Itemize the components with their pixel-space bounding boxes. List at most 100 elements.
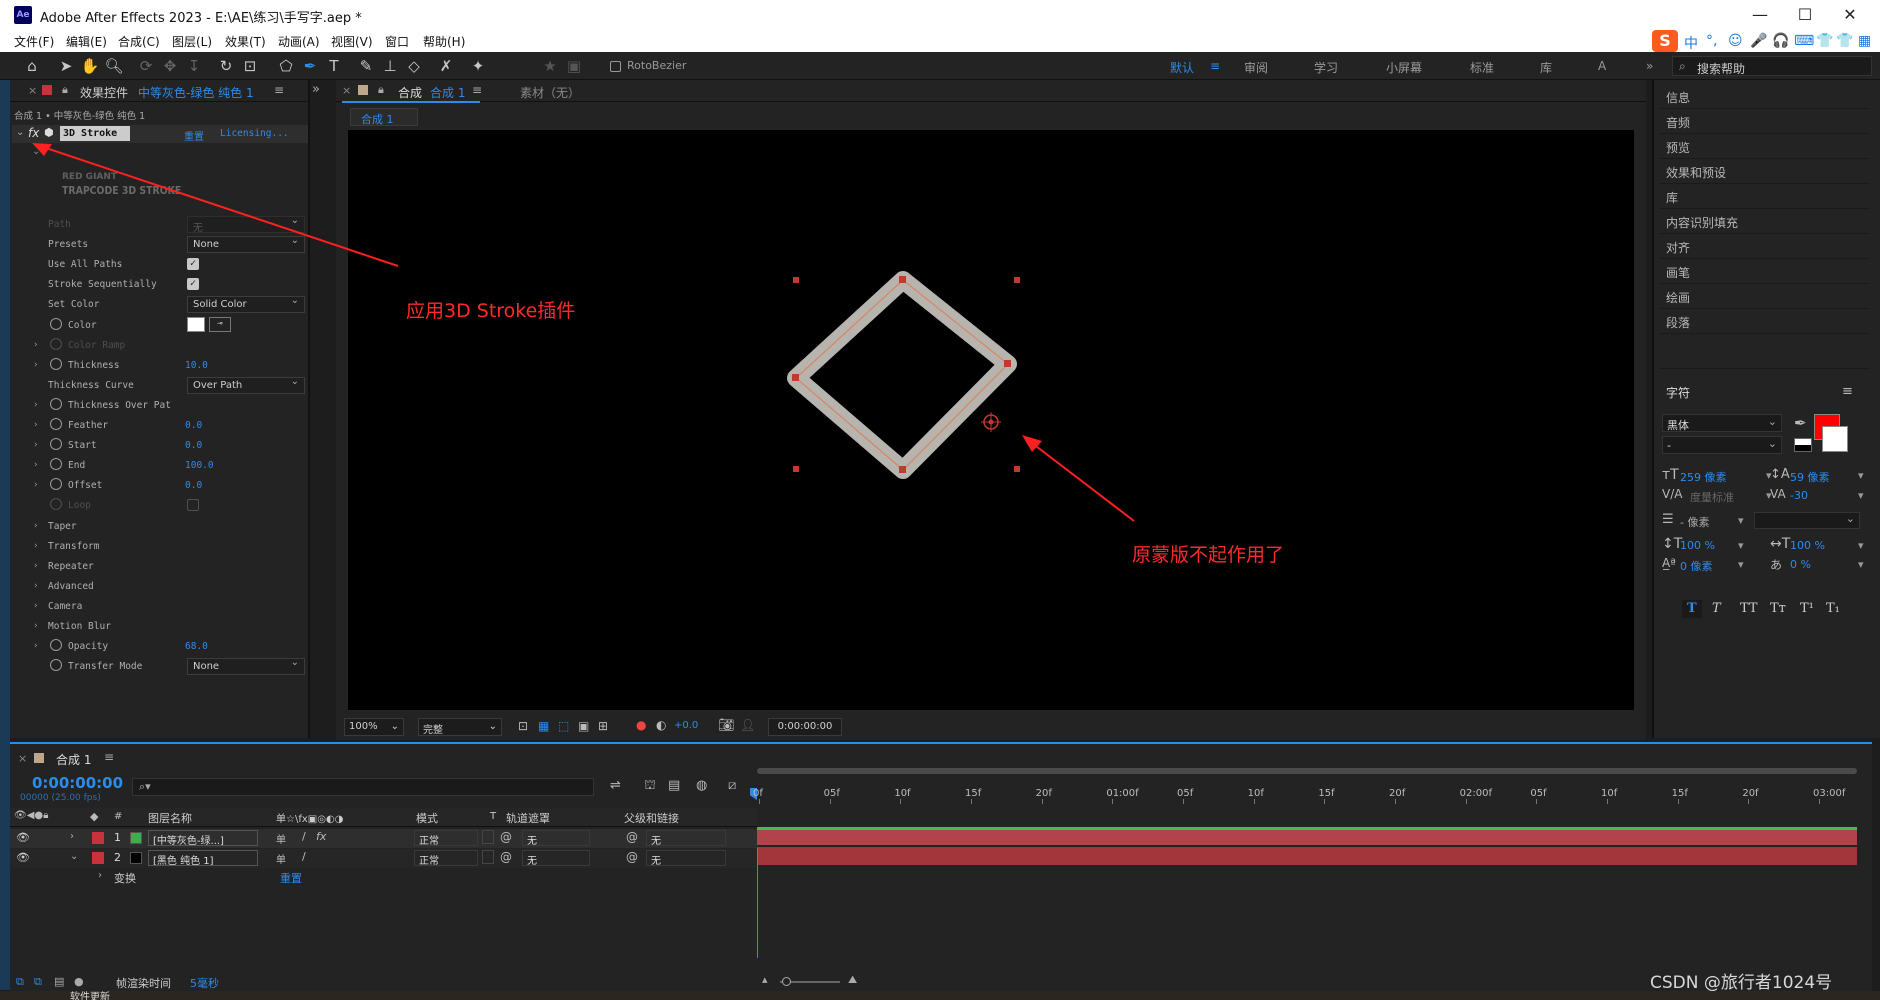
grid-menu-icon[interactable]: ▦ (1858, 33, 1871, 49)
effect-prop-thickness-curve[interactable]: Thickness Curve Over Path (10, 376, 310, 396)
mode-dropdown[interactable]: 正常 (414, 830, 478, 847)
workspace-review[interactable]: 审阅 (1244, 59, 1268, 76)
help-search-input[interactable]: ⌕ 搜索帮助 (1672, 56, 1872, 76)
workspace-small-screen[interactable]: 小屏幕 (1386, 59, 1422, 76)
exposure-icon[interactable]: ◐ (656, 718, 666, 732)
minimize-button[interactable]: — (1740, 3, 1780, 27)
ime-lang-label[interactable]: 中 (1684, 33, 1698, 53)
effect-prop-color[interactable]: Color ⊸ (10, 316, 310, 336)
zoom-dropdown[interactable]: 100% ⌄ (344, 718, 404, 736)
effect-name-label[interactable]: 3D Stroke (60, 126, 130, 141)
dolly-tool-icon[interactable]: ↧ (184, 56, 204, 76)
playhead-line[interactable] (757, 848, 758, 958)
panel-item-9[interactable]: 段落 (1666, 314, 1690, 331)
parent-pickwhip-icon[interactable]: @ (626, 830, 638, 844)
matte-pickwhip-icon[interactable]: @ (500, 850, 512, 864)
path-vertex-left[interactable] (792, 374, 799, 381)
in-out-icon[interactable]: ▤ (54, 975, 64, 988)
frame-blending-icon[interactable]: ▤ (668, 778, 680, 793)
expand-arrow-icon[interactable]: › (33, 340, 38, 350)
horizontal-scale-value[interactable]: 100 % (1790, 539, 1825, 552)
layer-name[interactable]: [中等灰色-绿...] (148, 830, 258, 846)
tracking-value[interactable]: -30 (1790, 489, 1808, 502)
star-icon[interactable]: ★ (540, 56, 560, 76)
eye-icon[interactable]: 👁 (16, 851, 30, 864)
stopwatch-icon[interactable] (50, 659, 62, 672)
subscript-button[interactable]: T₁ (1826, 601, 1840, 616)
track-matte-dropdown[interactable]: 无 (522, 830, 590, 847)
effect-prop-checkbox[interactable]: ✓ (187, 278, 199, 291)
stopwatch-icon[interactable] (50, 498, 62, 511)
show-snapshot-icon[interactable]: 👤︎ (740, 718, 755, 732)
anchor-point-icon[interactable] (981, 412, 1001, 432)
exposure-value[interactable]: +0.0 (674, 720, 698, 731)
effect-prop-checkbox[interactable]: ✓ (187, 258, 199, 271)
layer-search-input[interactable]: ⌕▾ (132, 778, 594, 796)
zoom-out-icon[interactable]: ▴ (762, 973, 768, 986)
emoji-icon[interactable]: ☺ (1728, 33, 1743, 49)
keyboard-icon[interactable]: ⌨ (1794, 33, 1814, 49)
stopwatch-icon[interactable] (50, 397, 62, 410)
current-time-display[interactable]: 0:00:00:00 (768, 718, 842, 736)
layer-handle-tl[interactable] (793, 277, 799, 283)
home-icon[interactable]: ⌂ (22, 56, 42, 76)
workspace-menu-icon[interactable]: ≡ (1210, 59, 1220, 73)
chevron-down-icon[interactable]: ▾ (1858, 539, 1864, 552)
expand-arrow-icon[interactable]: › (33, 460, 38, 470)
effect-prop-start[interactable]: › Start 0.0 (10, 436, 310, 456)
expand-layer-icon[interactable]: ⌄ (70, 851, 78, 862)
effect-prop-value[interactable]: 68.0 (185, 641, 208, 652)
effect-prop-thickness-over-pat[interactable]: › Thickness Over Pat (10, 396, 310, 416)
leading-value[interactable]: 59 像素 (1790, 469, 1830, 485)
menu-layer[interactable]: 图层(L) (172, 33, 212, 50)
zoom-tool-icon[interactable]: 🔍︎ (104, 56, 124, 76)
stroke-style-dropdown[interactable]: ⌄ (1754, 512, 1860, 529)
track-matte-dropdown[interactable]: 无 (522, 850, 590, 867)
menu-file[interactable]: 文件(F) (14, 33, 54, 50)
skin-icon[interactable]: 👕 (1816, 33, 1833, 49)
time-ruler[interactable]: 0f 05f 10f 15f 20f 01:00f 05f 10f 15f 20f 02:00f 05… (753, 782, 1857, 804)
panel-menu-icon[interactable]: ≡ (274, 83, 284, 97)
effect-prop-repeater[interactable]: › Repeater (10, 557, 310, 577)
chevron-down-icon[interactable]: ▾ (1858, 489, 1864, 502)
font-family-dropdown[interactable]: 黑体 ⌄ (1662, 414, 1782, 432)
effect-prop-advanced[interactable]: › Advanced (10, 577, 310, 597)
type-tool-icon[interactable]: T (324, 56, 344, 76)
stopwatch-icon[interactable] (50, 478, 62, 491)
workspace-default[interactable]: 默认 (1170, 59, 1194, 76)
pan-tool-icon[interactable]: ✥ (160, 56, 180, 76)
character-panel-title[interactable]: 字符 (1666, 384, 1690, 401)
microphone-icon[interactable]: 🎤 (1750, 33, 1767, 49)
menu-composition[interactable]: 合成(C) (118, 33, 160, 50)
effect-prop-camera[interactable]: › Camera (10, 597, 310, 617)
panel-item-1[interactable]: 音频 (1666, 114, 1690, 131)
workspace-overflow-icon[interactable]: » (1646, 59, 1653, 73)
eye-icon[interactable]: 👁 (16, 831, 30, 844)
guides-icon[interactable]: ▣ (578, 719, 589, 733)
sogou-icon[interactable]: S (1652, 30, 1678, 52)
layer-name-column-header[interactable]: 图层名称 (148, 810, 192, 826)
stopwatch-icon[interactable] (50, 438, 62, 451)
close-tab-icon[interactable]: × (28, 84, 37, 97)
effect-reset-link[interactable]: 重置 (184, 128, 204, 143)
transparency-grid-icon[interactable]: ▦ (538, 719, 549, 733)
effect-prop-set-color[interactable]: Set Color Solid Color (10, 295, 310, 315)
mask-visibility-icon[interactable]: ⬚ (558, 719, 569, 733)
expand-arrow-icon[interactable]: › (33, 621, 38, 631)
effect-prop-transform[interactable]: › Transform (10, 537, 310, 557)
comp-subtab[interactable]: 合成 1 (350, 108, 418, 126)
panel-item-5[interactable]: 内容识别填充 (1666, 214, 1738, 231)
rotate-tool-icon[interactable]: ↻ (216, 56, 236, 76)
effect-prop-loop[interactable]: Loop (10, 496, 310, 516)
brand-collapse-icon[interactable]: ⌄ (32, 146, 40, 157)
orbit-tool-icon[interactable]: ⟳ (136, 56, 156, 76)
expand-arrow-icon[interactable]: › (33, 420, 38, 430)
panel-item-6[interactable]: 对齐 (1666, 239, 1690, 256)
expand-arrow-icon[interactable]: › (33, 440, 38, 450)
punctuation-icon[interactable]: °, (1706, 33, 1717, 49)
expand-arrow-icon[interactable]: › (33, 601, 38, 611)
effect-prop-feather[interactable]: › Feather 0.0 (10, 416, 310, 436)
panel-item-7[interactable]: 画笔 (1666, 264, 1690, 281)
expand-arrow-icon[interactable]: › (33, 581, 38, 591)
stopwatch-icon[interactable] (50, 418, 62, 430)
